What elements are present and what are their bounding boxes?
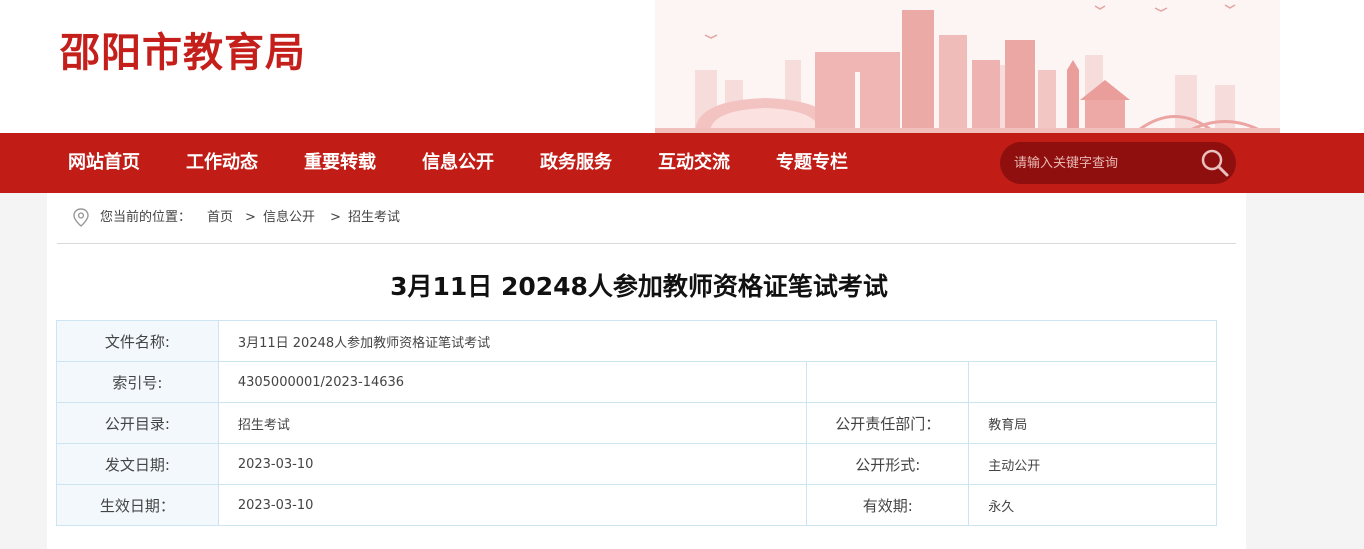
catalog-label: 公开目录:	[56, 402, 219, 444]
validity-label: 有效期:	[806, 484, 970, 526]
form-label: 公开形式:	[806, 443, 970, 485]
issue-date-value: 2023-03-10	[217, 443, 808, 485]
site-title[interactable]: 邵阳市教育局	[60, 20, 306, 78]
breadcrumb-separator: >	[245, 210, 256, 225]
empty-label-cell	[806, 361, 970, 403]
breadcrumb: 您当前的位置： 首页 > 信息公开 > 招生考试	[57, 193, 1236, 244]
breadcrumb-prefix: 您当前的位置：	[100, 210, 192, 225]
table-row: 索引号: 4305000001/2023-14636	[56, 361, 1217, 403]
site-header: 邵阳市教育局	[0, 0, 1364, 133]
table-row: 文件名称: 3月11日 20248人参加教师资格证笔试考试	[56, 320, 1218, 362]
breadcrumb-info-disclosure[interactable]: 信息公开	[263, 193, 315, 243]
nav-item-home[interactable]: 网站首页	[68, 133, 140, 193]
breadcrumb-home[interactable]: 首页	[207, 193, 233, 243]
form-value: 主动公开	[968, 443, 1217, 485]
nav-item-reposts[interactable]: 重要转载	[304, 133, 376, 193]
table-row: 发文日期: 2023-03-10 公开形式: 主动公开	[56, 443, 1217, 485]
table-row: 公开目录: 招生考试 公开责任部门： 教育局	[56, 402, 1217, 444]
effective-date-value: 2023-03-10	[217, 484, 808, 526]
article-title: 3月11日 20248人参加教师资格证笔试考试	[390, 272, 888, 301]
nav-item-topics[interactable]: 专题专栏	[776, 133, 848, 193]
location-pin-icon	[73, 208, 89, 227]
effective-date-label: 生效日期：	[56, 484, 219, 526]
issue-date-label: 发文日期:	[56, 443, 219, 485]
dept-label: 公开责任部门：	[806, 402, 970, 444]
city-skyline-illustration	[655, 0, 1280, 133]
search-icon[interactable]	[1198, 146, 1232, 180]
empty-value-cell	[968, 361, 1217, 403]
file-name-value: 3月11日 20248人参加教师资格证笔试考试	[217, 320, 1218, 362]
dept-value: 教育局	[968, 402, 1217, 444]
main-nav: 网站首页 工作动态 重要转载 信息公开 政务服务 互动交流 专题专栏	[0, 133, 1364, 193]
nav-item-interaction[interactable]: 互动交流	[658, 133, 730, 193]
breadcrumb-separator: >	[330, 210, 341, 225]
file-name-label: 文件名称:	[56, 320, 219, 362]
catalog-value: 招生考试	[217, 402, 808, 444]
nav-item-info-disclosure[interactable]: 信息公开	[422, 133, 494, 193]
document-meta-table: 文件名称: 3月11日 20248人参加教师资格证笔试考试 索引号: 43050…	[56, 320, 1218, 526]
nav-item-work-news[interactable]: 工作动态	[186, 133, 258, 193]
index-value: 4305000001/2023-14636	[217, 361, 808, 403]
content-panel: 您当前的位置： 首页 > 信息公开 > 招生考试 3月11日 20248人参加教…	[47, 193, 1246, 549]
table-row: 生效日期： 2023-03-10 有效期: 永久	[56, 484, 1217, 526]
search-input[interactable]	[1014, 142, 1194, 184]
breadcrumb-admissions[interactable]: 招生考试	[348, 193, 400, 243]
nav-item-gov-services[interactable]: 政务服务	[540, 133, 612, 193]
validity-value: 永久	[968, 484, 1217, 526]
index-label: 索引号:	[56, 361, 219, 403]
